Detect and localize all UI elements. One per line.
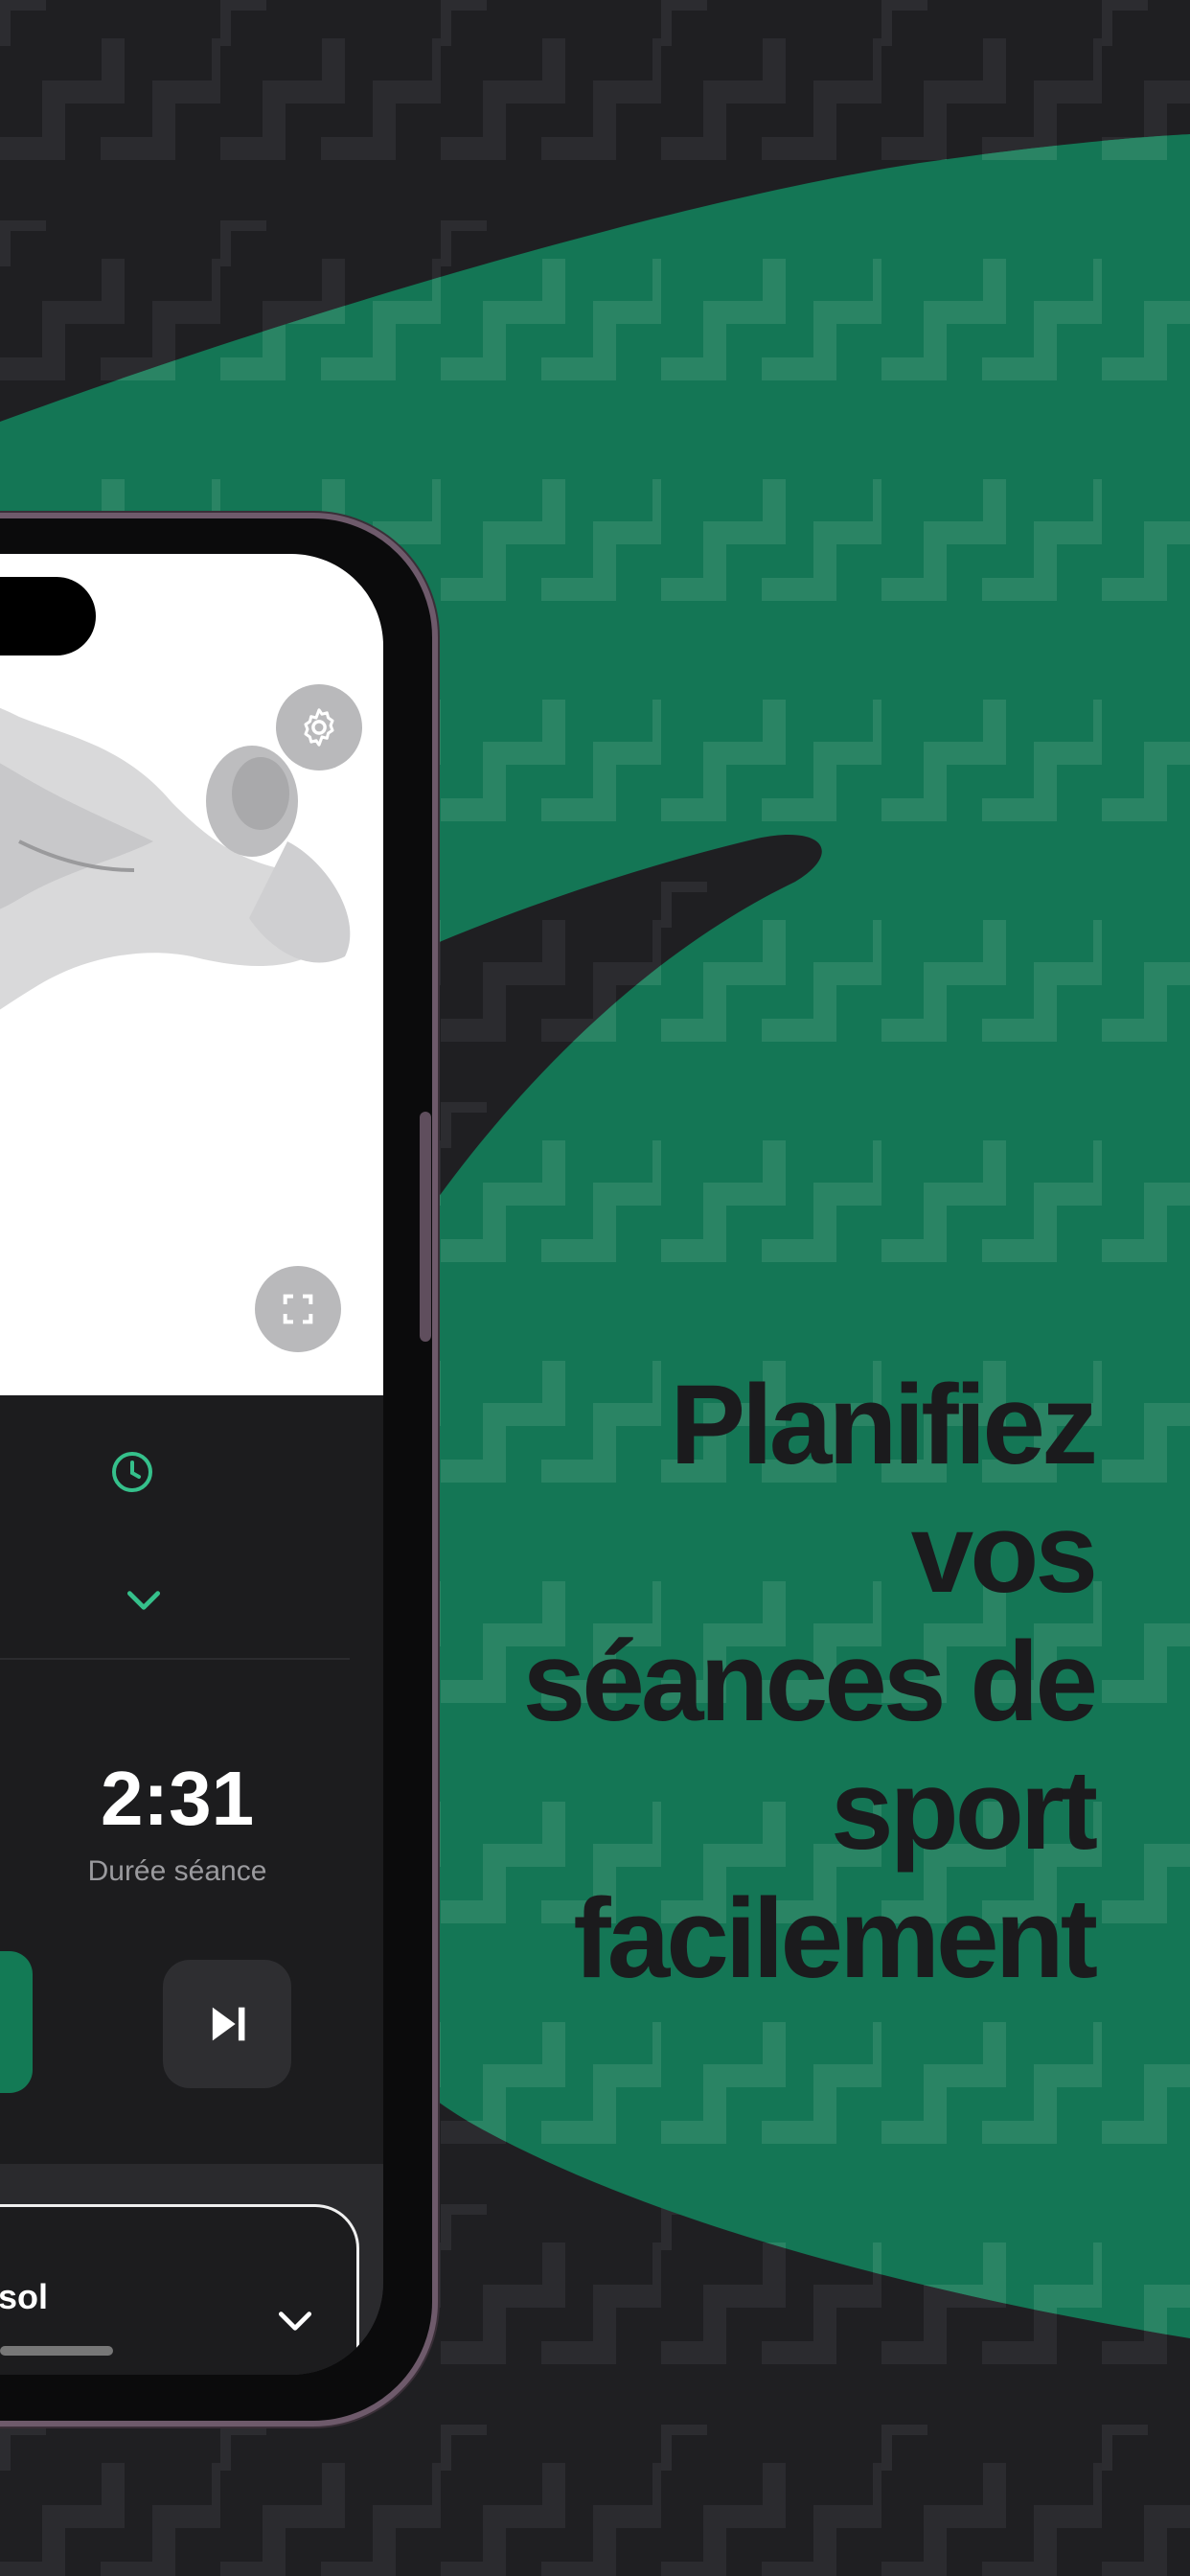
dynamic-island: [0, 577, 96, 656]
chevron-down-icon[interactable]: [123, 1579, 165, 1622]
headline-line-2: vos: [910, 1490, 1098, 1617]
headline-line-5: facilement: [573, 1875, 1098, 2002]
exercise-name: sol: [0, 2277, 49, 2316]
phone-side-button: [420, 1112, 431, 1342]
headline: Planifiez vos séances de sport facilemen…: [404, 1361, 1098, 2003]
headline-line-3: séances de: [522, 1619, 1098, 1745]
fullscreen-button[interactable]: [255, 1266, 341, 1352]
anatomy-figure: [0, 707, 351, 1010]
section-divider: [0, 1658, 350, 1660]
exercise-illustration: [0, 554, 383, 1395]
session-timer-label: Durée séance: [87, 1855, 267, 1887]
promo-stage: Planifiez vos séances de sport facilemen…: [0, 0, 1190, 2576]
clock-icon[interactable]: [109, 1449, 155, 1495]
skip-next-icon: [212, 2007, 245, 2041]
play-pause-button[interactable]: [0, 1951, 33, 2093]
chevron-down-icon[interactable]: [274, 2300, 316, 2342]
session-timer: 2:31: [100, 1756, 255, 1841]
home-indicator: [0, 2346, 113, 2356]
skip-next-button[interactable]: [163, 1960, 291, 2088]
fullscreen-icon: [283, 1294, 313, 1324]
headline-line-1: Planifiez: [670, 1362, 1098, 1488]
headline-line-4: sport: [831, 1747, 1098, 1874]
phone-screen: 2:31 Durée séance sol: [0, 554, 383, 2375]
settings-button[interactable]: [276, 684, 362, 770]
gear-icon: [304, 708, 334, 747]
